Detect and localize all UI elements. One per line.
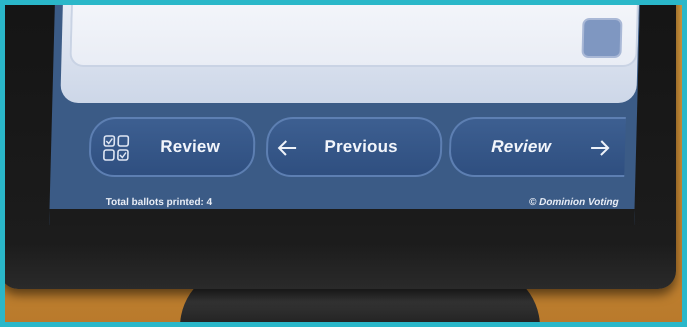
monitor-bezel: Review Previous Review Total ballots pri…	[5, 5, 676, 289]
review-left-label: Review	[159, 137, 221, 156]
previous-button[interactable]: Previous	[265, 117, 443, 177]
review-button-right[interactable]: Review	[448, 117, 626, 177]
checklist-grid-icon	[103, 135, 130, 161]
arrow-right-icon	[591, 140, 610, 156]
vendor-copyright: © Dominion Voting	[528, 197, 619, 208]
ballots-printed-count: Total ballots printed: 4	[105, 197, 213, 208]
review-button-left[interactable]: Review	[88, 117, 256, 177]
review-right-label: Review	[490, 137, 552, 156]
voting-screen: Review Previous Review Total ballots pri…	[49, 5, 640, 225]
ballot-option-row[interactable]	[69, 5, 639, 67]
content-panel	[60, 5, 639, 103]
screen-bottom-edge	[49, 209, 635, 225]
previous-label: Previous	[324, 137, 399, 156]
status-bar: Total ballots printed: 4 © Dominion Voti…	[49, 191, 635, 211]
arrow-left-icon	[277, 140, 297, 156]
photo-frame: Review Previous Review Total ballots pri…	[5, 5, 682, 322]
option-checkbox[interactable]	[581, 18, 623, 58]
